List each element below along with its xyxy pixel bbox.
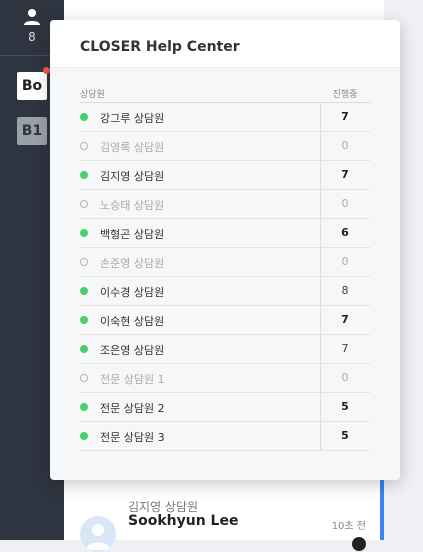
in-progress-count: 7 (341, 168, 349, 181)
in-progress-count: 5 (341, 429, 349, 442)
in-progress-count: 0 (341, 371, 349, 384)
agent-name: 백형곤 상담원 (100, 228, 165, 241)
agent-name: 전문 상담원 1 (100, 373, 165, 386)
table-row[interactable]: 전문 상담원 1 0 (80, 364, 370, 393)
agent-table: 상담원 진행중 강그루 상담원 7 김영록 상담원 0 김지영 상담원 7 노승태 상담원 0… (80, 84, 370, 451)
online-status-icon (80, 345, 88, 353)
in-progress-count: 5 (341, 400, 349, 413)
in-progress-count: 6 (341, 226, 349, 239)
table-row[interactable]: 백형곤 상담원 6 (80, 219, 370, 248)
in-progress-count: 0 (341, 255, 349, 268)
agent-name: 김영록 상담원 (100, 141, 165, 154)
table-row[interactable]: 이숙현 상담원 7 (80, 306, 370, 335)
online-status-icon (80, 229, 88, 237)
offline-status-icon (80, 374, 88, 382)
agent-status-popover: CLOSER Help Center 상담원 진행중 강그루 상담원 7 김영록 상… (50, 20, 400, 480)
in-progress-count: 7 (341, 342, 349, 355)
in-progress-count: 7 (341, 313, 349, 326)
offline-status-icon (80, 142, 88, 150)
table-row[interactable]: 조은영 상담원 7 (80, 335, 370, 364)
in-progress-count: 8 (341, 284, 349, 297)
agent-name: 이숙현 상담원 (100, 315, 165, 328)
online-status-icon (80, 403, 88, 411)
person-icon (24, 9, 40, 25)
agent-name: 손준영 상담원 (100, 257, 165, 270)
online-status-icon (80, 287, 88, 295)
workspace-b1-button[interactable]: B1 (17, 117, 47, 145)
online-status-icon (80, 432, 88, 440)
table-row[interactable]: 김영록 상담원 0 (80, 132, 370, 161)
agent-name: 노승태 상담원 (100, 199, 165, 212)
agent-name: 강그루 상담원 (100, 112, 165, 125)
in-progress-count: 0 (341, 197, 349, 210)
agent-name: 조은영 상담원 (100, 344, 165, 357)
agent-name: 전문 상담원 2 (100, 402, 165, 415)
table-row[interactable]: 노승태 상담원 0 (80, 190, 370, 219)
online-status-icon (80, 316, 88, 324)
agent-name: 김지영 상담원 (100, 170, 165, 183)
unread-badge (352, 537, 366, 551)
brand-workspace-button[interactable]: Bo (17, 72, 47, 100)
avatar (80, 516, 116, 552)
offline-status-icon (80, 200, 88, 208)
column-header-agent: 상담원 (80, 90, 105, 100)
popover-title: CLOSER Help Center (80, 39, 240, 55)
selected-accent-bar (380, 480, 384, 540)
table-row[interactable]: 김지영 상담원 7 (80, 161, 370, 190)
table-row[interactable]: 이수경 상담원 8 (80, 277, 370, 306)
table-row[interactable]: 전문 상담원 3 5 (80, 422, 370, 451)
table-row[interactable]: 손준영 상담원 0 (80, 248, 370, 277)
agent-name: 이수경 상담원 (100, 286, 165, 299)
table-row[interactable]: 강그루 상담원 7 (80, 103, 370, 132)
person-icon (86, 524, 110, 550)
agent-name: 전문 상담원 3 (100, 431, 165, 444)
chat-timestamp: 10초 전 (331, 521, 366, 532)
online-status-icon (80, 113, 88, 121)
table-row[interactable]: 전문 상담원 2 5 (80, 393, 370, 422)
table-header: 상담원 진행중 (80, 84, 370, 103)
chat-customer-name: Sookhyun Lee (128, 513, 239, 529)
online-status-icon (80, 171, 88, 179)
chat-list-item[interactable]: 김지영 상담원 Sookhyun Lee 10초 전 (64, 490, 380, 552)
offline-status-icon (80, 258, 88, 266)
in-progress-count: 0 (341, 139, 349, 152)
notification-dot (43, 67, 50, 74)
in-progress-count: 7 (341, 110, 349, 123)
column-header-in-progress: 진행중 (332, 90, 358, 100)
